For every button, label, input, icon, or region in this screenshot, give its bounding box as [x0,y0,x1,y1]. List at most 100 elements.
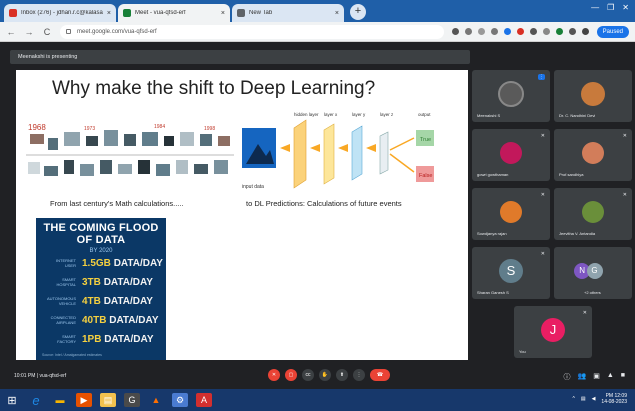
browser-toolbar: ← → C meet.google.com/vua-qfsd-erf Pause… [0,22,635,42]
camera-off-icon[interactable]: ▢ [285,369,297,381]
chevron-up-icon[interactable]: ^ [572,396,574,402]
url-text: meet.google.com/vua-qfsd-erf [77,28,157,35]
minimize-button[interactable]: — [591,3,599,12]
data-row-label: INTERNET USER [56,258,76,268]
file-explorer-icon[interactable]: ▬ [52,393,68,407]
avatar [582,141,604,164]
tab-new-tab[interactable]: New Tab × [232,4,344,22]
timeline-year: 1968 [28,123,46,132]
meet-area: Meenakshi is presenting Why make the shi… [0,42,635,389]
search-icon[interactable] [464,28,472,35]
close-icon[interactable]: × [221,10,225,17]
chrome-icon[interactable]: G [124,393,140,407]
tab-meet[interactable]: Meet - vua-qfsd-erf × [118,4,230,22]
false-output: False [419,173,432,179]
timeline-year: 1984 [154,124,165,130]
extensions-area [451,28,589,35]
participant-tile[interactable]: ✕ Jeevitha V. Antandia [554,188,632,240]
computing-timeline-image: 1968 1973 1984 1998 [26,123,234,176]
participant-tile[interactable]: ✕ Prof.sandhiya [554,129,632,181]
maximize-button[interactable]: ❐ [607,3,614,12]
acrobat-icon[interactable]: A [196,393,212,407]
puzzle-icon[interactable] [568,28,576,35]
participant-name: gowri gowthaman [477,172,509,177]
media-player-icon[interactable]: ▶ [76,393,92,407]
clock-date: 14-08-2023 [601,399,627,405]
self-view-tile[interactable]: J ✕ You [514,306,592,358]
mic-off-icon[interactable]: ✕ [268,369,280,381]
avatar: S [499,258,523,283]
timeline-year: 1973 [84,126,95,132]
avatar [498,80,524,107]
vlc-icon[interactable]: ▲ [148,393,164,407]
extension-icon[interactable] [503,28,511,35]
avatar [581,81,605,106]
menu-icon[interactable]: ⋮ [538,74,545,80]
share-icon[interactable] [477,28,485,35]
side-controls: ⓘ 👥 ▣ ▲ ■ [563,372,625,382]
forward-button[interactable]: → [24,27,34,37]
presenter-banner: Meenakshi is presenting [10,50,470,64]
check-icon[interactable] [555,28,563,35]
close-icon[interactable]: × [335,10,339,17]
window-controls: — ❐ ✕ [591,3,629,12]
back-button[interactable]: ← [6,27,16,37]
raise-hand-icon[interactable]: ✋ [319,369,331,381]
data-amount: 1.5GB [82,258,111,269]
end-call-button[interactable]: ☎ [370,369,390,381]
extension-icon[interactable] [516,28,524,35]
new-tab-icon [237,9,245,17]
lock-icon [66,29,71,34]
data-amount: 40TB [82,315,107,326]
data-flood-infographic: THE COMING FLOOD OF DATA BY 2020 INTERNE… [36,218,166,360]
participant-tile[interactable]: ✕ Sowdjanya rajan [472,188,550,240]
profile-button[interactable]: Paused [596,25,629,38]
info-icon[interactable]: ⓘ [563,372,570,382]
volume-icon[interactable]: ◀ [592,396,596,402]
more-options-icon[interactable]: ⋮ [353,369,365,381]
avatar [582,200,604,223]
activities-icon[interactable]: ▲ [607,372,614,382]
participant-tile[interactable]: ⋮ Meenakshi S [472,70,550,122]
present-icon[interactable]: ⬆ [336,369,348,381]
captions-icon[interactable]: cc [302,369,314,381]
extension-icon[interactable] [542,28,550,35]
lock-icon[interactable]: ■ [621,372,625,382]
presentation-slide: Why make the shift to Deep Learning? 196… [16,70,468,360]
network-icon[interactable]: ▤ [581,396,586,402]
camera-icon[interactable] [451,28,459,35]
address-bar[interactable]: meet.google.com/vua-qfsd-erf [60,24,444,39]
close-window-button[interactable]: ✕ [622,3,629,12]
settings-icon[interactable]: ⚙ [172,393,188,407]
participant-tile[interactable]: ✕ gowri gowthaman [472,129,550,181]
layer-label: layer y [352,112,366,117]
reload-button[interactable]: C [42,27,52,37]
data-row: INTERNET USER 1.5GB DATA/DAY [36,254,166,273]
start-icon[interactable]: ⊞ [4,393,20,407]
data-row-label: CONNECTED AIRPLANE [50,315,76,325]
avatar[interactable] [581,28,589,35]
tab-inbox[interactable]: Inbox (276) - jdhan.r.c@kalasa... × [4,4,116,22]
clock[interactable]: PM 12:09 14-08-2023 [601,393,627,405]
meet-control-bar: 10:01 PM | vua-qfsd-erf ✕ ▢ cc ✋ ⬆ ⋮ ☎ ⓘ… [0,365,635,389]
participant-tile[interactable]: S ✕ Sharan Ganesh S [472,247,550,299]
participant-tile[interactable]: Dr. C. Nandhini Devi [554,70,632,122]
data-row: AUTONOMOUS VEHICLE 4TB DATA/DAY [36,292,166,311]
close-icon[interactable]: × [107,10,111,17]
mic-off-icon: ✕ [540,192,545,198]
slide-title: Why make the shift to Deep Learning? [52,78,376,99]
participant-name: Dr. C. Nandhini Devi [559,113,596,118]
new-tab-button[interactable]: + [350,4,366,20]
participant-name: Sowdjanya rajan [477,231,507,236]
people-icon[interactable]: 👥 [577,372,586,382]
neural-network-diagram: input data hidden layer layer x layer y … [242,112,434,190]
participant-tile-others[interactable]: N G +2 others [554,247,632,299]
tab-label: Inbox (276) - jdhan.r.c@kalasa... [21,10,103,16]
extension-icon[interactable] [529,28,537,35]
folder-icon[interactable]: ▤ [100,393,116,407]
star-icon[interactable] [490,28,498,35]
edge-icon[interactable]: e [28,393,44,408]
data-unit: DATA/DAY [104,334,154,345]
chat-icon[interactable]: ▣ [593,372,600,382]
input-data-label: input data [242,184,264,190]
